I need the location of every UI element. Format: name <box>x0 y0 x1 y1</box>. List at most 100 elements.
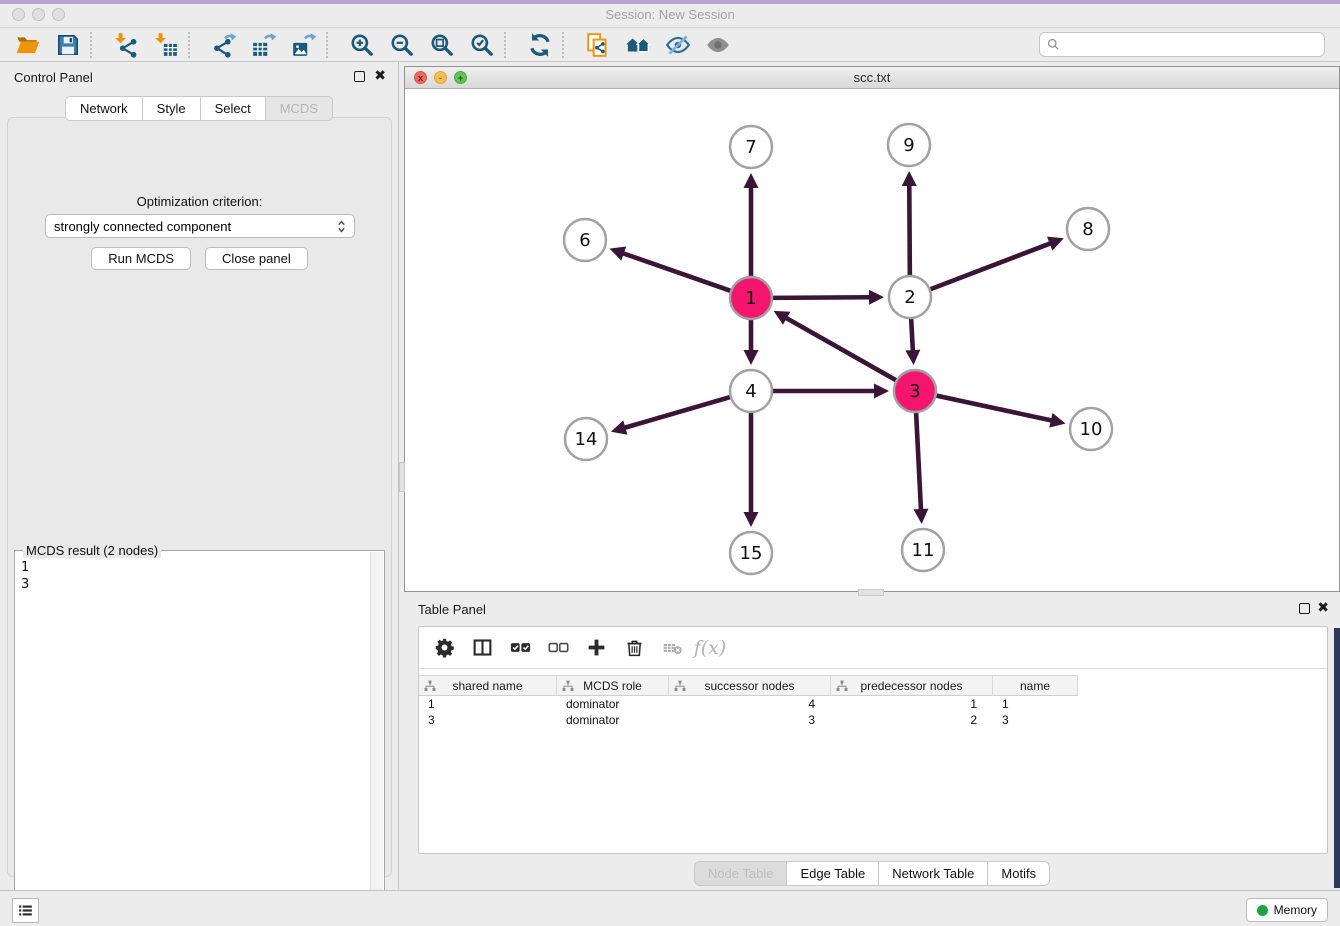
column-header-name[interactable]: name <box>993 675 1078 696</box>
tab-motifs[interactable]: Motifs <box>987 861 1050 886</box>
delete-column-button[interactable] <box>617 632 651 664</box>
memory-button[interactable]: Memory <box>1246 898 1328 922</box>
edge-3-10[interactable] <box>934 395 1053 421</box>
edge-1-2[interactable] <box>770 297 871 298</box>
tab-select[interactable]: Select <box>200 96 265 121</box>
open-file-button[interactable] <box>8 30 48 60</box>
node-label-6: 6 <box>579 230 590 251</box>
import-table-button[interactable] <box>146 30 186 60</box>
task-history-button[interactable] <box>12 898 39 923</box>
table-cell[interactable]: 4 <box>669 696 831 712</box>
edge-4-14[interactable] <box>623 396 732 428</box>
toolbar-separator <box>562 32 576 58</box>
mcds-result-text[interactable]: 1 3 <box>15 555 370 924</box>
export-table-button[interactable] <box>244 30 284 60</box>
node-label-3: 3 <box>909 381 920 402</box>
vertical-splitter-handle[interactable] <box>399 462 405 492</box>
network-window-titlebar[interactable]: x - + scc.txt <box>405 67 1339 89</box>
edge-3-1[interactable] <box>785 317 899 381</box>
tab-mcds[interactable]: MCDS <box>265 96 333 121</box>
table-row[interactable]: 1dominator411 <box>419 696 1327 712</box>
function-builder-button: f(x) <box>693 632 727 664</box>
table-cell[interactable]: 3 <box>993 712 1078 728</box>
criterion-select[interactable]: strongly connected component <box>45 214 355 238</box>
zoom-fit-button[interactable] <box>422 30 462 60</box>
column-header-label: predecessor nodes <box>860 679 962 693</box>
tab-network-table[interactable]: Network Table <box>878 861 987 886</box>
table-cell[interactable]: 1 <box>831 696 993 712</box>
import-network-icon <box>113 32 139 58</box>
table-cell[interactable]: 1 <box>993 696 1078 712</box>
table-cell[interactable]: 1 <box>419 696 557 712</box>
toggle-columns-button[interactable] <box>465 632 499 664</box>
edge-1-6[interactable] <box>622 253 733 292</box>
search-box[interactable] <box>1039 32 1325 57</box>
network-canvas[interactable]: 7968124314101511 <box>405 89 1339 591</box>
show-graphics-details-button[interactable] <box>698 30 738 60</box>
status-bar: Memory <box>0 890 1340 926</box>
run-mcds-button[interactable]: Run MCDS <box>91 247 191 270</box>
table-options-button[interactable] <box>427 632 461 664</box>
copy-network-button[interactable] <box>578 30 618 60</box>
horizontal-splitter-handle[interactable] <box>858 589 884 596</box>
node-label-1: 1 <box>745 288 756 309</box>
float-panel-icon[interactable] <box>354 71 365 82</box>
search-input[interactable] <box>1065 37 1318 52</box>
table-cell[interactable]: 3 <box>419 712 557 728</box>
tab-network[interactable]: Network <box>65 96 142 121</box>
table-cell[interactable]: 2 <box>831 712 993 728</box>
edge-arrowhead <box>610 246 627 260</box>
select-chevrons-icon <box>337 219 346 234</box>
zoom-fit-icon <box>429 32 455 58</box>
zoom-in-button[interactable] <box>342 30 382 60</box>
export-image-button[interactable] <box>284 30 324 60</box>
table-row[interactable]: 3dominator323 <box>419 712 1327 728</box>
add-column-button[interactable] <box>579 632 613 664</box>
hide-graphics-details-button[interactable] <box>658 30 698 60</box>
close-table-panel-icon[interactable]: ✖ <box>1317 600 1329 616</box>
column-header-shared-name[interactable]: shared name <box>419 675 557 696</box>
export-network-button[interactable] <box>204 30 244 60</box>
function-builder-icon: f(x) <box>694 637 727 659</box>
tab-node-table[interactable]: Node Table <box>694 861 787 886</box>
column-header-label: successor nodes <box>704 679 794 693</box>
zoom-out-button[interactable] <box>382 30 422 60</box>
home-view-button[interactable] <box>618 30 658 60</box>
edge-3-11[interactable] <box>916 410 921 511</box>
result-scrollbar[interactable] <box>370 552 383 925</box>
edge-2-9[interactable] <box>909 184 910 278</box>
import-network-button[interactable] <box>106 30 146 60</box>
network-view-window: x - + scc.txt 7968124314101511 <box>404 66 1340 592</box>
zoom-in-icon <box>349 32 375 58</box>
select-all-button[interactable] <box>503 632 537 664</box>
column-header-predecessor-nodes[interactable]: predecessor nodes <box>831 675 993 696</box>
table-header-row: shared name MCDS role successor nodes prede… <box>419 675 1327 696</box>
table-cell[interactable]: dominator <box>557 696 669 712</box>
tab-edge-table[interactable]: Edge Table <box>786 861 878 886</box>
desktop-edge-right <box>1334 628 1340 888</box>
deselect-all-button[interactable] <box>541 632 575 664</box>
optimization-criterion-label: Optimization criterion: <box>8 194 391 209</box>
edge-2-3[interactable] <box>911 316 913 352</box>
select-all-icon <box>510 637 531 658</box>
column-header-label: shared name <box>452 679 522 693</box>
save-session-button[interactable] <box>48 30 88 60</box>
zoom-selected-button[interactable] <box>462 30 502 60</box>
column-tree-icon <box>424 680 436 692</box>
column-header-successor-nodes[interactable]: successor nodes <box>669 675 831 696</box>
tab-style[interactable]: Style <box>142 96 200 121</box>
network-window-title: scc.txt <box>405 70 1339 85</box>
network-graph[interactable]: 7968124314101511 <box>405 89 1339 591</box>
table-cell[interactable]: 3 <box>669 712 831 728</box>
refresh-layout-button[interactable] <box>520 30 560 60</box>
float-table-panel-icon[interactable] <box>1299 603 1310 614</box>
close-panel-icon[interactable]: ✖ <box>374 68 386 84</box>
edge-arrowhead <box>744 350 759 365</box>
edge-2-8[interactable] <box>928 243 1052 290</box>
close-panel-button[interactable]: Close panel <box>205 247 308 270</box>
table-cell[interactable]: dominator <box>557 712 669 728</box>
column-header-mcds-role[interactable]: MCDS role <box>557 675 669 696</box>
edge-arrowhead <box>1049 413 1065 428</box>
hide-graphics-details-icon <box>665 32 691 58</box>
mcds-panel: Optimization criterion: strongly connect… <box>7 117 392 877</box>
